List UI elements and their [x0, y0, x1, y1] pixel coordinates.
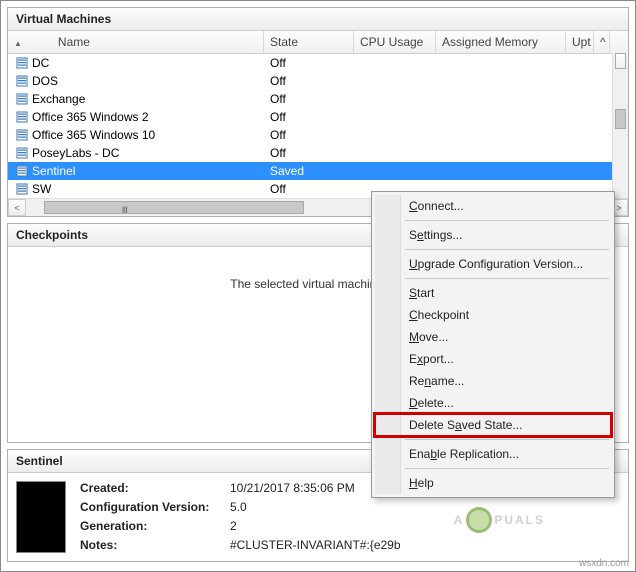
created-label: Created: — [80, 481, 230, 495]
vm-name: Sentinel — [32, 164, 75, 178]
vm-state: Saved — [264, 163, 354, 179]
ctx-export[interactable]: Export... — [375, 348, 611, 370]
ctx-move[interactable]: Move... — [375, 326, 611, 348]
vm-icon — [16, 111, 28, 123]
vm-icon — [16, 75, 28, 87]
vm-row[interactable]: DC Off — [8, 54, 628, 72]
ctx-start[interactable]: Start — [375, 282, 611, 304]
horizontal-scroll-thumb[interactable]: Ⅲ — [44, 201, 304, 214]
ctx-settings[interactable]: Settings... — [375, 224, 611, 246]
vm-row[interactable]: Sentinel Saved — [8, 162, 628, 180]
vm-state: Off — [264, 73, 354, 89]
vm-name: SW — [32, 182, 51, 196]
ctx-connect[interactable]: Connect... — [375, 195, 611, 217]
vm-thumbnail[interactable] — [16, 481, 66, 553]
ctx-delete-saved-state[interactable]: Delete Saved State... — [375, 414, 611, 436]
vm-icon — [16, 57, 28, 69]
vm-name: Office 365 Windows 2 — [32, 110, 149, 124]
vm-icon — [16, 165, 28, 177]
column-state[interactable]: State — [264, 31, 354, 53]
vm-state: Off — [264, 127, 354, 143]
column-cpu[interactable]: CPU Usage — [354, 31, 436, 53]
vm-name: Office 365 Windows 10 — [32, 128, 155, 142]
virtual-machines-title: Virtual Machines — [8, 8, 628, 31]
scroll-left-button[interactable]: < — [8, 199, 26, 216]
vm-name: Exchange — [32, 92, 85, 106]
ctx-checkpoint[interactable]: Checkpoint — [375, 304, 611, 326]
vm-state: Off — [264, 145, 354, 161]
source-mark: wsxdn.com — [579, 558, 629, 569]
column-scroll-spacer: ^ — [594, 31, 610, 53]
column-uptime[interactable]: Upt — [566, 31, 594, 53]
vm-list[interactable]: DCOffDOSOffExchangeOffOffice 365 Windows… — [8, 54, 628, 198]
cfgver-value: 5.0 — [230, 500, 440, 514]
notes-label: Notes: — [80, 538, 230, 552]
vm-context-menu: Connect... Settings... Upgrade Configura… — [371, 191, 615, 498]
vm-icon — [16, 93, 28, 105]
generation-value: 2 — [230, 519, 440, 533]
vm-state: Off — [264, 55, 354, 71]
vm-row[interactable]: Office 365 Windows 2 Off — [8, 108, 628, 126]
generation-label: Generation: — [80, 519, 230, 533]
virtual-machines-panel: Virtual Machines ▲Name State CPU Usage A… — [7, 7, 629, 217]
vm-state: Off — [264, 91, 354, 107]
vm-name: DC — [32, 56, 49, 70]
vm-table: ▲Name State CPU Usage Assigned Memory Up… — [8, 31, 628, 198]
vm-icon — [16, 183, 28, 195]
vm-row[interactable]: Office 365 Windows 10 Off — [8, 126, 628, 144]
ctx-upgrade[interactable]: Upgrade Configuration Version... — [375, 253, 611, 275]
vm-icon — [16, 129, 28, 141]
column-name[interactable]: ▲Name — [8, 31, 264, 53]
hyperv-manager-window: Virtual Machines ▲Name State CPU Usage A… — [0, 0, 636, 572]
ctx-delete[interactable]: Delete... — [375, 392, 611, 414]
ctx-enable-replication[interactable]: Enable Replication... — [375, 443, 611, 465]
notes-value: #CLUSTER-INVARIANT#:{e29b — [230, 538, 440, 552]
cfgver-label: Configuration Version: — [80, 500, 230, 514]
vm-state: Off — [264, 181, 354, 197]
vm-icon — [16, 147, 28, 159]
vm-column-headers: ▲Name State CPU Usage Assigned Memory Up… — [8, 31, 628, 54]
vm-name: DOS — [32, 74, 58, 88]
vm-name: PoseyLabs - DC — [32, 146, 119, 160]
vm-row[interactable]: DOS Off — [8, 72, 628, 90]
vm-row[interactable]: Exchange Off — [8, 90, 628, 108]
vm-state: Off — [264, 109, 354, 125]
column-memory[interactable]: Assigned Memory — [436, 31, 566, 53]
vm-row[interactable]: PoseyLabs - DC Off — [8, 144, 628, 162]
vertical-scrollbar[interactable] — [612, 53, 628, 198]
ctx-rename[interactable]: Rename... — [375, 370, 611, 392]
ctx-help[interactable]: Help — [375, 472, 611, 494]
